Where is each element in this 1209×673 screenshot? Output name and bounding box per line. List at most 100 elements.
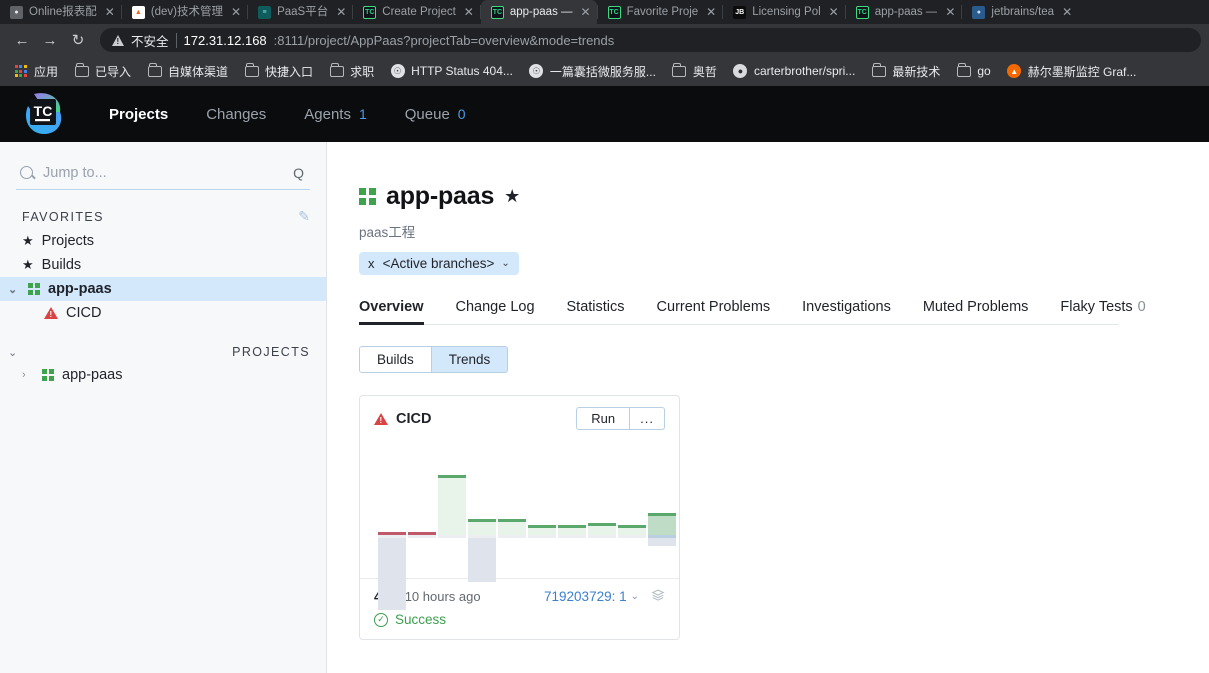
chart-bar-cap <box>588 523 616 526</box>
bookmark-item[interactable]: 最新技术 <box>864 60 947 83</box>
close-icon[interactable]: ✕ <box>336 5 346 19</box>
bookmark-item[interactable]: ▲ 赫尔墨斯监控 Graf... <box>1000 60 1144 83</box>
close-icon[interactable]: ✕ <box>105 5 115 19</box>
browser-tab-title: PaaS平台 <box>277 6 329 18</box>
bookmark-item[interactable]: 已导入 <box>67 60 138 83</box>
bookmark-item[interactable]: ☉ 一篇囊括微服务服... <box>522 60 663 83</box>
bookmark-item[interactable]: 自媒体渠道 <box>140 60 235 83</box>
teamcity-icon: TC <box>363 5 377 19</box>
bookmark-item[interactable]: 求职 <box>322 60 381 83</box>
forward-icon[interactable]: → <box>36 26 64 54</box>
chart-bar-cap <box>648 513 676 516</box>
chart-bar-negative <box>378 538 406 610</box>
chart-bar[interactable] <box>648 438 676 578</box>
reload-icon[interactable]: ↻ <box>64 26 92 54</box>
pencil-icon[interactable]: ✎ <box>298 208 310 225</box>
tab-statistics[interactable]: Statistics <box>567 295 625 324</box>
nav-item-changes[interactable]: Changes <box>187 106 285 123</box>
url-host: 172.31.12.168 <box>183 32 267 48</box>
bookmark-item[interactable]: ● carterbrother/spri... <box>726 61 862 82</box>
bookmark-item[interactable]: 奥哲 <box>665 60 724 83</box>
browser-tab[interactable]: JB Licensing Pol ✕ <box>723 0 844 24</box>
sidebar-item-cicd[interactable]: CICD <box>0 301 326 325</box>
chart-bar[interactable] <box>618 438 646 578</box>
browser-tab[interactable]: ▲ (dev)技术管理 ✕ <box>122 0 247 24</box>
browser-tab[interactable]: TC Favorite Proje ✕ <box>598 0 723 24</box>
sidebar-item-app-paas[interactable]: › app-paas <box>0 363 326 387</box>
tab-change-log[interactable]: Change Log <box>456 295 535 324</box>
browser-tab-title: app-paas — <box>509 6 573 18</box>
nav-item-agents[interactable]: Agents 1 <box>285 106 386 123</box>
chart-bar[interactable] <box>438 438 466 578</box>
back-icon[interactable]: ← <box>8 26 36 54</box>
chart-bar[interactable] <box>588 438 616 578</box>
close-icon[interactable]: ✕ <box>829 5 839 19</box>
toggle-trends[interactable]: Trends <box>431 346 509 373</box>
card-actions: Run ... <box>576 407 665 430</box>
branch-icon: x <box>368 256 376 271</box>
folder-icon <box>329 62 344 79</box>
close-icon[interactable]: ✕ <box>231 5 241 19</box>
chart-bar[interactable] <box>558 438 586 578</box>
build-number-link[interactable]: 719203729: 1 <box>544 589 627 604</box>
build-type-name[interactable]: CICD <box>396 411 431 427</box>
folder-icon <box>244 62 259 79</box>
build-status-text: Success <box>395 612 447 627</box>
bookmark-label: 奥哲 <box>692 64 717 79</box>
bookmark-item[interactable]: go <box>949 61 997 82</box>
close-icon[interactable]: ✕ <box>1062 5 1072 19</box>
tab-current-problems[interactable]: Current Problems <box>657 295 771 324</box>
browser-tab[interactable]: ● jetbrains/tea ✕ <box>962 0 1078 24</box>
chart-bar[interactable] <box>498 438 526 578</box>
branch-selector[interactable]: x <Active branches> ⌄ <box>359 252 519 275</box>
browser-tab-title: Favorite Proje <box>626 6 699 18</box>
browser-tab[interactable]: TC Create Project ✕ <box>353 0 480 24</box>
tab-muted-problems[interactable]: Muted Problems <box>923 295 1029 324</box>
chart-bar[interactable] <box>468 438 496 582</box>
page-title-row: app-paas ★ <box>359 182 1209 211</box>
chart-bar[interactable] <box>378 438 406 610</box>
sidebar-item-builds[interactable]: ★ Builds <box>0 253 326 277</box>
browser-tab-title: Online报表配 <box>29 6 97 18</box>
tab-flaky-tests[interactable]: Flaky Tests 0 <box>1060 295 1145 324</box>
close-icon[interactable]: ✕ <box>581 5 591 19</box>
bookmark-item[interactable]: ☉ HTTP Status 404... <box>383 61 520 82</box>
more-actions-button[interactable]: ... <box>630 407 665 430</box>
chevron-right-icon[interactable]: › <box>22 369 34 381</box>
browser-tab[interactable]: TC app-paas — ✕ <box>480 0 597 24</box>
folder-icon <box>956 62 971 79</box>
nav-item-projects[interactable]: Projects <box>90 106 187 123</box>
stack-icon[interactable] <box>651 588 665 605</box>
chart-bar[interactable] <box>528 438 556 578</box>
nav-item-label: Agents <box>304 105 351 123</box>
run-button[interactable]: Run <box>576 407 631 430</box>
sidebar-item-app-paas[interactable]: ⌄ app-paas <box>0 277 326 301</box>
chevron-down-icon[interactable]: ⌄ <box>631 591 639 602</box>
chart-bar-cap <box>438 475 466 478</box>
browser-tab[interactable]: ≡ PaaS平台 ✕ <box>248 0 352 24</box>
bookmark-item[interactable]: 快捷入口 <box>237 60 320 83</box>
tab-overview[interactable]: Overview <box>359 295 424 325</box>
tab-investigations[interactable]: Investigations <box>802 295 891 324</box>
projects-section-header[interactable]: ⌄ PROJECTS <box>0 325 326 363</box>
trend-chart[interactable] <box>360 438 679 610</box>
app-header: TC Projects Changes Agents 1 Queue 0 <box>0 86 1209 142</box>
close-icon[interactable]: ✕ <box>706 5 716 19</box>
browser-tab[interactable]: ● Online报表配 ✕ <box>0 0 121 24</box>
chevron-down-icon[interactable]: ⌄ <box>8 283 20 296</box>
search-icon <box>20 166 33 179</box>
browser-tab[interactable]: TC app-paas — ✕ <box>846 0 962 24</box>
nav-item-queue[interactable]: Queue 0 <box>386 106 485 123</box>
chart-bar[interactable] <box>408 438 436 578</box>
teamcity-logo-icon[interactable]: TC <box>20 90 68 138</box>
close-icon[interactable]: ✕ <box>464 5 474 19</box>
toggle-builds[interactable]: Builds <box>359 346 432 373</box>
favorite-star-icon[interactable]: ★ <box>504 186 520 207</box>
folder-icon <box>147 62 162 79</box>
jump-to-search[interactable]: Q <box>16 156 310 190</box>
sidebar-item-projects[interactable]: ★ Projects <box>0 229 326 253</box>
close-icon[interactable]: ✕ <box>945 5 955 19</box>
address-bar[interactable]: 不安全 172.31.12.168:8111/project/AppPaas?p… <box>100 28 1201 52</box>
search-input[interactable] <box>43 164 284 181</box>
bookmark-item[interactable]: 应用 <box>6 60 65 83</box>
